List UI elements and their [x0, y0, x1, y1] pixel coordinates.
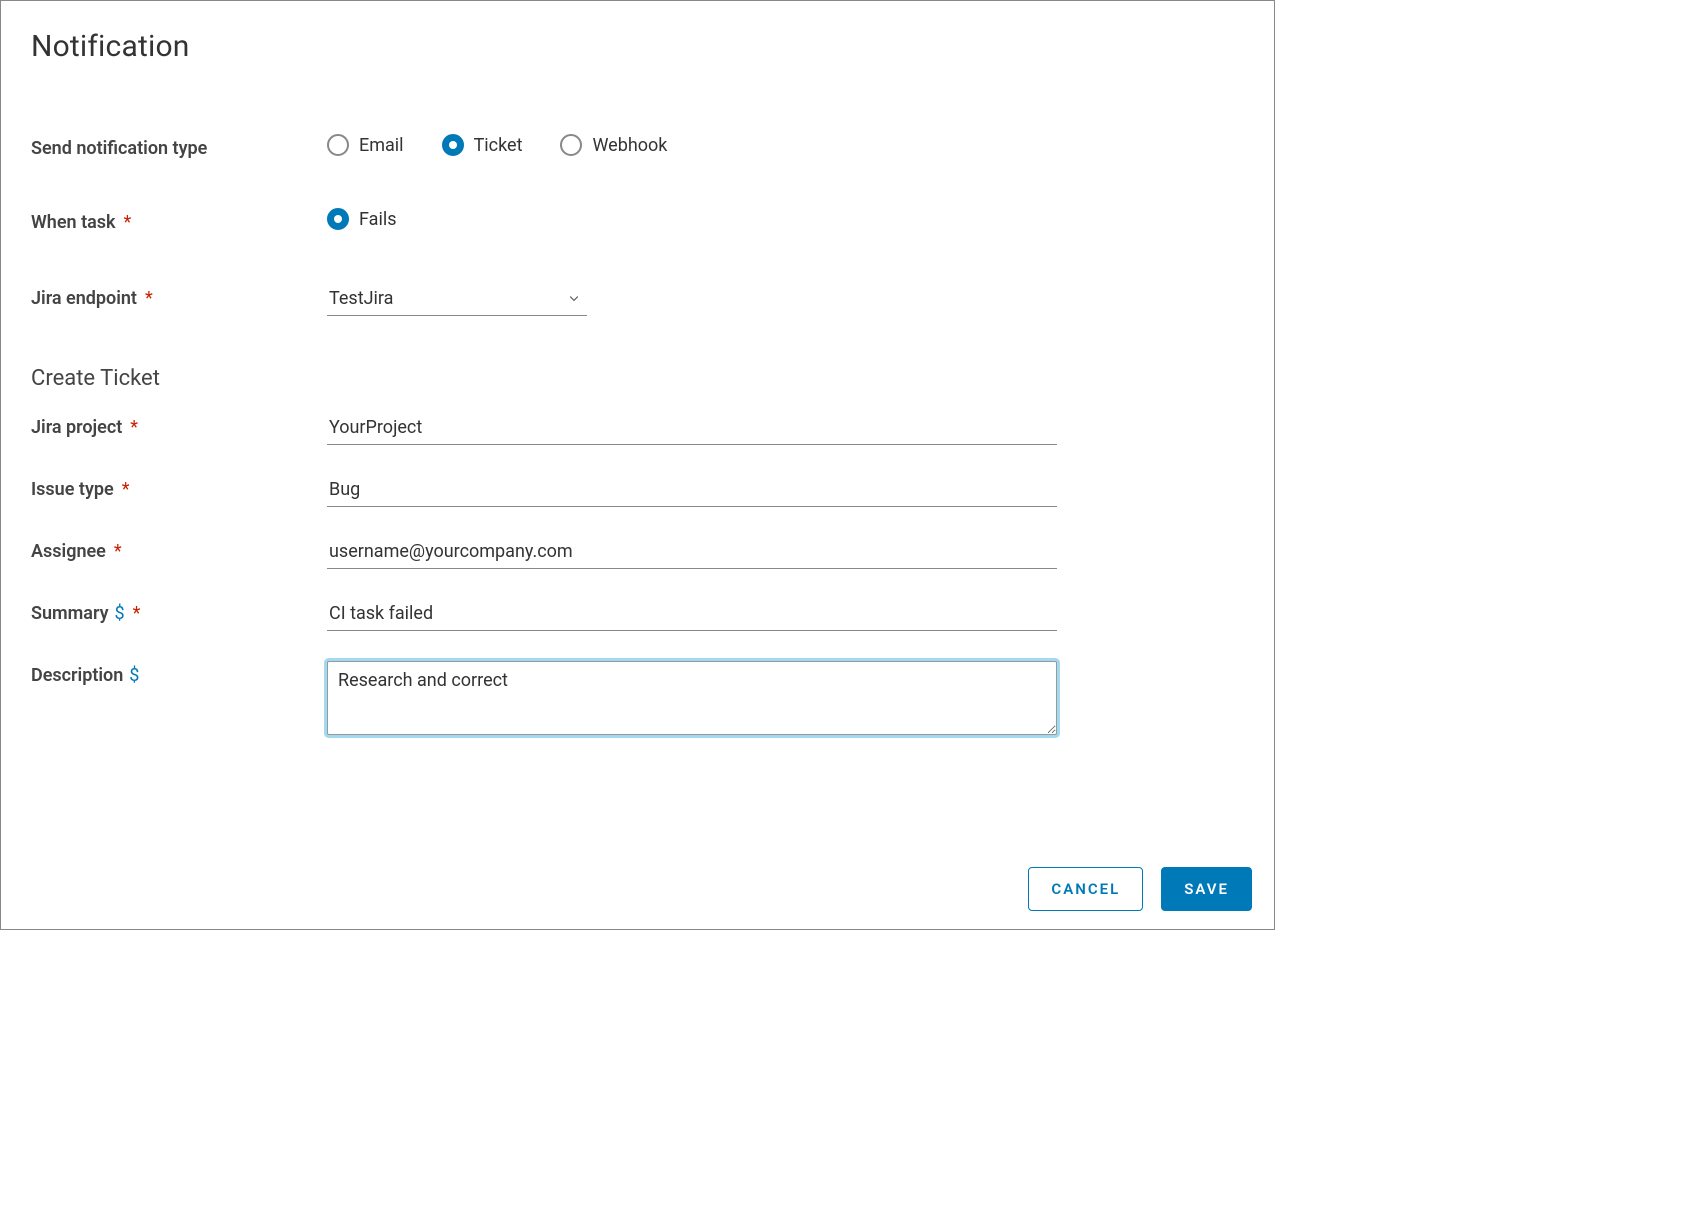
row-assignee: Assignee *	[31, 537, 1244, 589]
issue-type-input-col	[327, 475, 1057, 507]
radio-circle-icon	[327, 134, 349, 156]
label-issue-type: Issue type *	[31, 475, 327, 500]
save-button[interactable]: SAVE	[1161, 867, 1252, 911]
when-task-radio-group: Fails	[327, 208, 1057, 230]
row-issue-type: Issue type *	[31, 475, 1244, 527]
label-description: Description $	[31, 661, 327, 686]
label-summary-text: Summary	[31, 603, 109, 624]
radio-ticket-label: Ticket	[474, 135, 523, 156]
jira-project-input[interactable]	[327, 413, 1057, 445]
row-send-type: Send notification type Email Ticket Webh…	[31, 134, 1244, 194]
issue-type-input[interactable]	[327, 475, 1057, 507]
assignee-input-col	[327, 537, 1057, 569]
row-summary: Summary $ *	[31, 599, 1244, 651]
summary-input-col	[327, 599, 1057, 631]
label-description-text: Description	[31, 665, 123, 686]
send-type-radio-group: Email Ticket Webhook	[327, 134, 1057, 156]
send-type-input-col: Email Ticket Webhook	[327, 134, 1057, 156]
when-task-input-col: Fails	[327, 208, 1057, 230]
radio-email[interactable]: Email	[327, 134, 404, 156]
radio-email-label: Email	[359, 135, 404, 156]
notification-form: Send notification type Email Ticket Webh…	[31, 134, 1244, 743]
label-summary: Summary $ *	[31, 599, 327, 624]
label-send-type: Send notification type	[31, 134, 327, 159]
dollar-icon: $	[115, 603, 125, 624]
notification-dialog: Notification Send notification type Emai…	[0, 0, 1275, 930]
radio-webhook[interactable]: Webhook	[560, 134, 667, 156]
description-textarea[interactable]	[327, 661, 1057, 735]
row-jira-project: Jira project *	[31, 413, 1244, 465]
required-marker: *	[124, 212, 132, 233]
dollar-icon: $	[129, 665, 139, 686]
jira-endpoint-input-col	[327, 284, 1057, 316]
label-assignee: Assignee *	[31, 537, 327, 562]
dialog-footer: CANCEL SAVE	[1028, 867, 1252, 911]
label-send-type-text: Send notification type	[31, 138, 207, 159]
row-jira-endpoint: Jira endpoint *	[31, 284, 1244, 344]
label-issue-type-text: Issue type	[31, 479, 114, 500]
summary-input[interactable]	[327, 599, 1057, 631]
row-when-task: When task * Fails	[31, 208, 1244, 268]
jira-project-input-col	[327, 413, 1057, 445]
radio-ticket[interactable]: Ticket	[442, 134, 523, 156]
jira-endpoint-select[interactable]	[327, 284, 587, 316]
radio-fails-label: Fails	[359, 209, 397, 230]
required-marker: *	[122, 479, 130, 500]
radio-webhook-label: Webhook	[592, 135, 667, 156]
label-jira-endpoint-text: Jira endpoint	[31, 288, 137, 309]
required-marker: *	[145, 288, 153, 309]
row-description: Description $	[31, 661, 1244, 739]
label-assignee-text: Assignee	[31, 541, 106, 562]
radio-circle-icon	[327, 208, 349, 230]
required-marker: *	[114, 541, 122, 562]
required-marker: *	[130, 417, 138, 438]
description-input-col	[327, 661, 1057, 739]
label-jira-project-text: Jira project	[31, 417, 122, 438]
radio-circle-icon	[560, 134, 582, 156]
jira-endpoint-input[interactable]	[327, 284, 587, 316]
radio-circle-icon	[442, 134, 464, 156]
cancel-button[interactable]: CANCEL	[1028, 867, 1143, 911]
assignee-input[interactable]	[327, 537, 1057, 569]
label-when-task: When task *	[31, 208, 327, 233]
radio-fails[interactable]: Fails	[327, 208, 397, 230]
label-jira-project: Jira project *	[31, 413, 327, 438]
dialog-title: Notification	[31, 29, 1244, 64]
section-create-ticket: Create Ticket	[31, 366, 1244, 391]
label-when-task-text: When task	[31, 212, 116, 233]
required-marker: *	[133, 603, 141, 624]
label-jira-endpoint: Jira endpoint *	[31, 284, 327, 309]
